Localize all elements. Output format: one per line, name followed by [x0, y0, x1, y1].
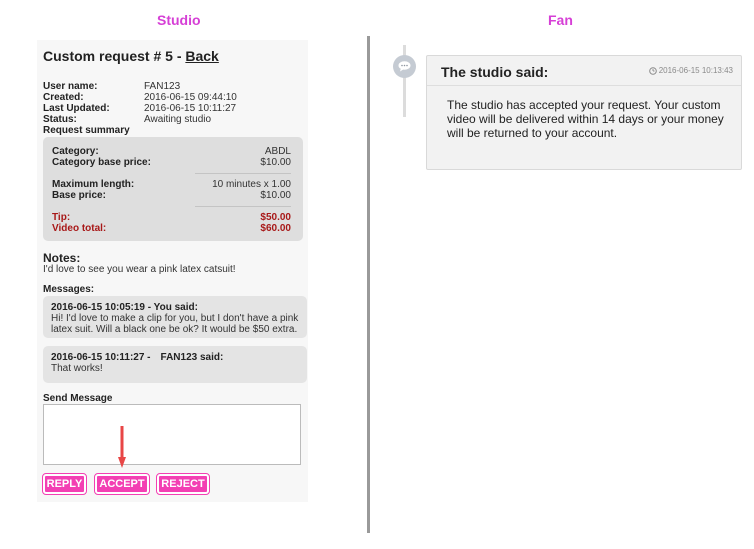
- summary-value: $10.00: [260, 157, 291, 168]
- card-timestamp: 2016-06-15 10:13:43: [648, 66, 733, 75]
- summary-divider: [195, 206, 291, 207]
- request-title-text: Custom request # 5 -: [43, 48, 186, 64]
- summary-value: ABDL: [264, 146, 291, 157]
- summary-value: $60.00: [260, 223, 291, 234]
- back-link[interactable]: Back: [185, 48, 218, 64]
- clock-icon: [648, 66, 657, 75]
- summary-value: 10 minutes x 1.00: [212, 179, 291, 190]
- send-message-label: Send Message: [43, 393, 113, 404]
- chat-bubble-glyph: [398, 61, 411, 72]
- reply-button[interactable]: REPLY: [42, 473, 87, 495]
- summary-base-price-row: Category base price: $10.00: [52, 157, 291, 168]
- message-header: 2016-06-15 10:05:19 - You said:: [51, 302, 198, 313]
- summary-label: Video total:: [52, 223, 107, 234]
- summary-max-length-row: Maximum length: 10 minutes x 1.00: [52, 179, 291, 190]
- fan-notification-card: The studio said: 2016-06-15 10:13:43 The…: [426, 55, 742, 170]
- message-body: That works!: [51, 363, 103, 374]
- info-label: Last Updated:: [43, 103, 110, 114]
- messages-label: Messages:: [43, 284, 95, 295]
- info-label: User name:: [43, 81, 98, 92]
- card-header: The studio said: 2016-06-15 10:13:43: [427, 56, 741, 86]
- summary-category-row: Category: ABDL: [52, 146, 291, 157]
- info-label: Created:: [43, 92, 84, 103]
- info-label: Status:: [43, 114, 77, 125]
- message-header: 2016-06-15 10:11:27 - FAN123 said:: [51, 352, 299, 363]
- accept-button[interactable]: ACCEPT: [94, 473, 150, 495]
- card-timestamp-text: 2016-06-15 10:13:43: [658, 66, 733, 75]
- request-title: Custom request # 5 - Back: [43, 48, 219, 64]
- summary-divider: [195, 173, 291, 174]
- summary-label: Base price:: [52, 190, 106, 201]
- summary-value: $10.00: [260, 190, 291, 201]
- summary-heading: Request summary: [43, 125, 130, 136]
- message-sender: FAN123 said:: [160, 352, 224, 363]
- summary-tip-row: Tip: $50.00: [52, 212, 291, 223]
- column-divider: [367, 36, 370, 533]
- card-title: The studio said:: [441, 64, 549, 80]
- info-value: FAN123: [144, 81, 181, 92]
- summary-label: Category base price:: [52, 157, 151, 168]
- down-arrow-icon: [118, 426, 126, 468]
- studio-column-title: Studio: [157, 12, 201, 28]
- summary-label: Maximum length:: [52, 179, 135, 190]
- card-body: The studio has accepted your request. Yo…: [447, 98, 724, 140]
- reject-button[interactable]: REJECT: [156, 473, 210, 495]
- summary-label: Tip:: [52, 212, 71, 223]
- message-timestamp: 2016-06-15 10:11:27 -: [51, 352, 151, 363]
- studio-request-panel: Custom request # 5 - Back User name: FAN…: [37, 40, 308, 502]
- summary-value: $50.00: [260, 212, 291, 223]
- info-value: 2016-06-15 10:11:27: [144, 103, 237, 114]
- message-item: 2016-06-15 10:11:27 - FAN123 said: That w…: [43, 346, 307, 383]
- message-body: Hi! I'd love to make a clip for you, but…: [51, 313, 299, 335]
- chat-bubble-icon: [393, 55, 416, 78]
- request-summary-box: Category: ABDL Category base price: $10.…: [43, 137, 303, 241]
- notes-label: Notes:: [43, 251, 81, 265]
- info-value: Awaiting studio: [144, 114, 212, 125]
- summary-base-price2-row: Base price: $10.00: [52, 190, 291, 201]
- summary-total-row: Video total: $60.00: [52, 223, 291, 234]
- fan-column-title: Fan: [548, 12, 573, 28]
- send-message-input[interactable]: [43, 404, 301, 465]
- info-value: 2016-06-15 09:44:10: [144, 92, 237, 103]
- summary-label: Category:: [52, 146, 99, 157]
- message-item: 2016-06-15 10:05:19 - You said: Hi! I'd …: [43, 296, 307, 338]
- notes-text: I'd love to see you wear a pink latex ca…: [43, 264, 236, 275]
